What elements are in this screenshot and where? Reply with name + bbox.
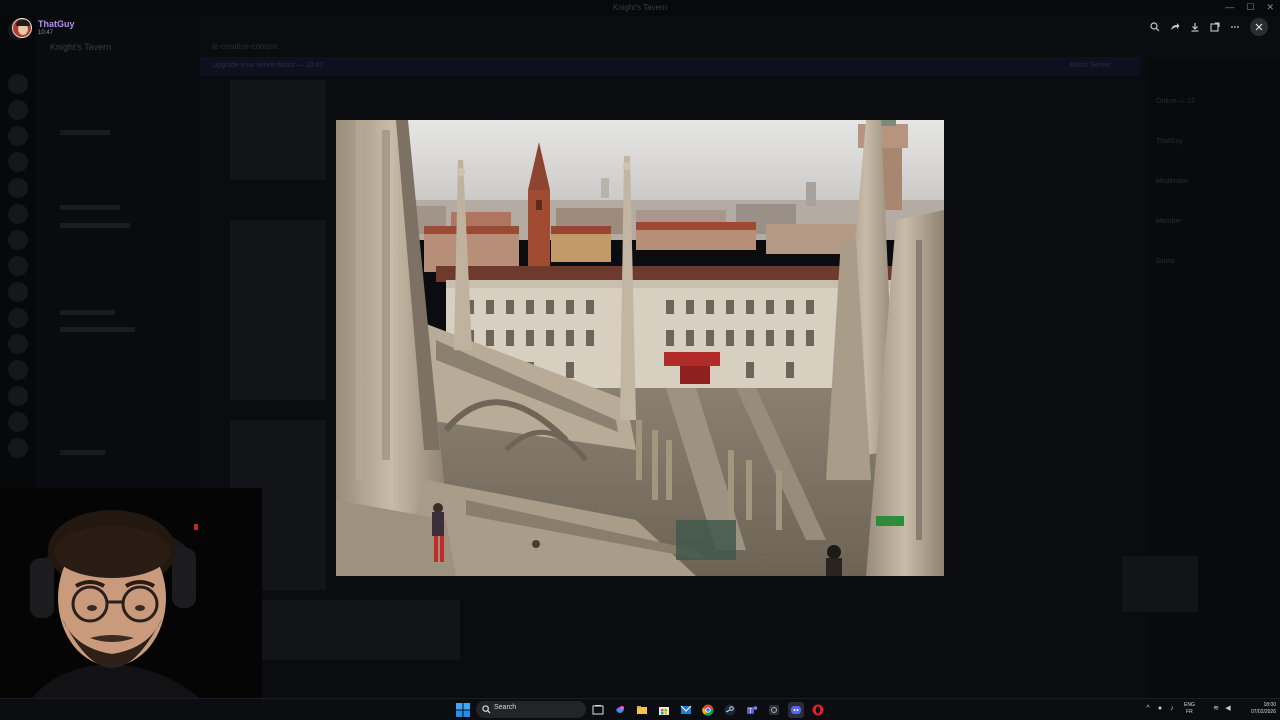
window-controls: — ☐ ✕: [1225, 2, 1274, 13]
volume-icon[interactable]: ◀: [1224, 705, 1232, 713]
boost-banner: [200, 58, 1140, 76]
close-icon: [1255, 23, 1263, 31]
file-explorer-icon[interactable]: [634, 702, 650, 718]
svg-text:T: T: [749, 709, 753, 715]
window-close-button[interactable]: ✕: [1266, 2, 1274, 13]
language-line1: ENG: [1184, 702, 1195, 708]
server-name[interactable]: Knight's Tavern: [50, 42, 111, 52]
chevron-up-icon[interactable]: ^: [1144, 705, 1152, 713]
server-icon[interactable]: [8, 230, 28, 250]
member-item: Online — 12: [1156, 98, 1195, 105]
server-icon[interactable]: [8, 178, 28, 198]
windows-start-icon[interactable]: [456, 703, 470, 717]
teams-icon[interactable]: T: [744, 702, 760, 718]
server-icon[interactable]: [8, 204, 28, 224]
language-indicator[interactable]: ENG FR: [1184, 702, 1195, 716]
avatar[interactable]: [12, 18, 32, 38]
channel-item[interactable]: [60, 130, 110, 135]
chat-image-thumbnail[interactable]: [230, 220, 326, 400]
steam-icon[interactable]: [722, 702, 738, 718]
viewer-toolbar: [1146, 18, 1268, 36]
server-icon[interactable]: [8, 308, 28, 328]
taskbar-search[interactable]: Search: [476, 701, 586, 718]
chat-channel-name: le-creative-content: [212, 42, 278, 51]
discord-icon[interactable]: [788, 702, 804, 718]
member-item[interactable]: ThatGuy: [1156, 138, 1183, 145]
clock[interactable]: 18:00 07/02/2026: [1240, 702, 1276, 716]
upload-time: 10:47: [38, 30, 54, 36]
server-icon[interactable]: [8, 152, 28, 172]
server-icon[interactable]: [8, 256, 28, 276]
channel-item[interactable]: [60, 450, 105, 455]
clock-date: 07/02/2026: [1250, 709, 1276, 715]
channel-item[interactable]: [60, 310, 115, 315]
forward-icon[interactable]: [1166, 18, 1184, 36]
server-icon[interactable]: [8, 360, 28, 380]
open-external-icon[interactable]: [1206, 18, 1224, 36]
zoom-icon[interactable]: [1146, 18, 1164, 36]
channel-item[interactable]: [60, 223, 130, 228]
viewer-header: ThatGuy 10:47: [0, 14, 1280, 42]
store-icon[interactable]: [656, 702, 672, 718]
tray-app-icon[interactable]: ●: [1156, 705, 1164, 713]
maximize-button[interactable]: ☐: [1246, 2, 1254, 13]
clock-time: 18:00: [1263, 702, 1276, 708]
banner-button[interactable]: Boost Server: [1070, 62, 1110, 69]
window-title: Knight's Tavern: [612, 3, 668, 12]
server-icon[interactable]: [8, 100, 28, 120]
copilot-icon[interactable]: [612, 702, 628, 718]
language-line2: FR: [1186, 709, 1193, 715]
screen: Knight's Tavern — ☐ ✕ Knight's Tavern le…: [0, 0, 1280, 720]
search-icon: [482, 705, 491, 714]
activity-card[interactable]: [1122, 556, 1198, 612]
server-icon[interactable]: [8, 412, 28, 432]
microphone-icon[interactable]: ♪: [1168, 705, 1176, 713]
more-icon[interactable]: [1226, 18, 1244, 36]
server-icon[interactable]: [8, 386, 28, 406]
app-icon[interactable]: [766, 702, 782, 718]
member-item[interactable]: Member: [1156, 218, 1182, 225]
chrome-icon[interactable]: [700, 702, 716, 718]
channel-item[interactable]: [60, 205, 120, 210]
chat-image-thumbnail[interactable]: [230, 80, 326, 180]
search-label: Search: [494, 704, 517, 711]
channel-item[interactable]: [60, 327, 135, 332]
minimize-button[interactable]: —: [1225, 2, 1234, 13]
webcam-overlay: [0, 488, 262, 720]
chat-image-thumbnail[interactable]: [230, 600, 460, 660]
taskbar: Search T ^ ● ♪ ENG FR ≋ ◀ 18:00 07/02/20…: [0, 698, 1280, 720]
banner-text: Upgrade your server boost — 10:47: [212, 62, 324, 69]
wifi-icon[interactable]: ≋: [1212, 705, 1220, 713]
server-icon[interactable]: [8, 334, 28, 354]
member-item[interactable]: Guest: [1156, 258, 1175, 265]
task-view-icon[interactable]: [590, 702, 606, 718]
viewer-image[interactable]: [336, 120, 944, 576]
uploader-name[interactable]: ThatGuy: [38, 19, 75, 29]
download-icon[interactable]: [1186, 18, 1204, 36]
server-icon[interactable]: [8, 126, 28, 146]
avatar-hair: [16, 20, 30, 26]
member-item[interactable]: Moderator: [1156, 178, 1188, 185]
server-icon[interactable]: [8, 438, 28, 458]
mail-icon[interactable]: [678, 702, 694, 718]
server-icon[interactable]: [8, 74, 28, 94]
opera-icon[interactable]: [810, 702, 826, 718]
server-icon[interactable]: [8, 282, 28, 302]
close-viewer-button[interactable]: [1250, 18, 1268, 36]
